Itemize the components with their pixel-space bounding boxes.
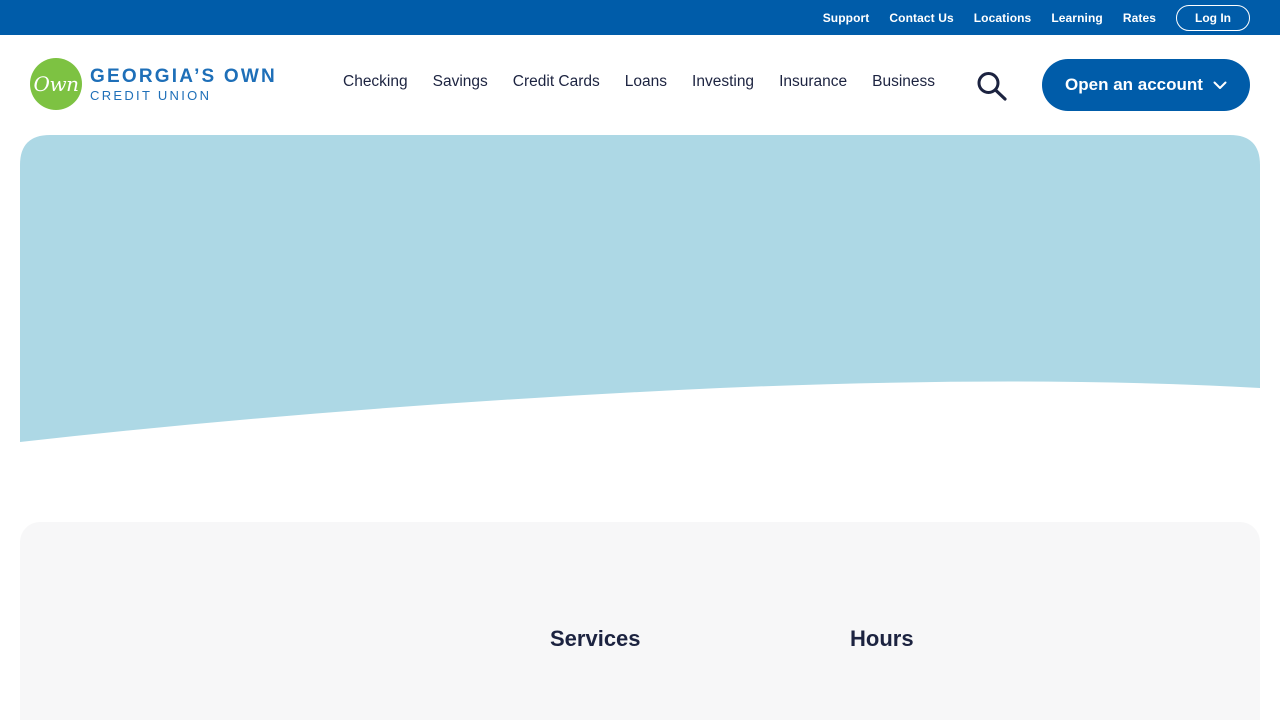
open-account-button[interactable]: Open an account — [1042, 59, 1250, 111]
open-account-label: Open an account — [1065, 75, 1203, 94]
nav-item-investing[interactable]: Investing — [692, 73, 754, 91]
utility-link-learning[interactable]: Learning — [1051, 11, 1102, 25]
hero-wave-shape — [20, 135, 1260, 442]
logo-mark-text: Own — [33, 72, 79, 96]
utility-nav: Support Contact Us Locations Learning Ra… — [823, 11, 1156, 25]
nav-item-savings[interactable]: Savings — [433, 73, 488, 91]
nav-item-business[interactable]: Business — [872, 73, 935, 91]
hours-heading: Hours — [850, 626, 914, 651]
search-button[interactable] — [976, 71, 1008, 101]
logo-line-2: CREDIT UNION — [90, 87, 212, 103]
utility-link-rates[interactable]: Rates — [1123, 11, 1156, 25]
utility-link-support[interactable]: Support — [823, 11, 870, 25]
logo-wordmark: GEORGIA’S OWN CREDIT UNION — [90, 67, 277, 102]
chevron-down-icon — [1213, 81, 1227, 89]
utility-bar: Support Contact Us Locations Learning Ra… — [0, 0, 1280, 35]
main-nav: Checking Savings Credit Cards Loans Inve… — [343, 73, 960, 91]
services-heading: Services — [550, 626, 641, 651]
search-icon — [977, 72, 1007, 101]
nav-item-checking[interactable]: Checking — [343, 73, 408, 91]
utility-link-locations[interactable]: Locations — [974, 11, 1032, 25]
utility-link-contact-us[interactable]: Contact Us — [889, 11, 953, 25]
main-header: Own GEORGIA’S OWN CREDIT UNION Checking … — [0, 35, 1280, 135]
nav-item-insurance[interactable]: Insurance — [779, 73, 847, 91]
info-card: Services Hours — [20, 522, 1260, 720]
nav-item-loans[interactable]: Loans — [625, 73, 667, 91]
logo[interactable]: Own GEORGIA’S OWN CREDIT UNION — [30, 58, 277, 110]
logo-line-1: GEORGIA’S OWN — [90, 65, 277, 87]
hero-banner — [20, 135, 1260, 445]
logo-mark: Own — [30, 58, 82, 110]
nav-item-credit-cards[interactable]: Credit Cards — [513, 73, 600, 91]
login-button[interactable]: Log In — [1176, 4, 1250, 31]
